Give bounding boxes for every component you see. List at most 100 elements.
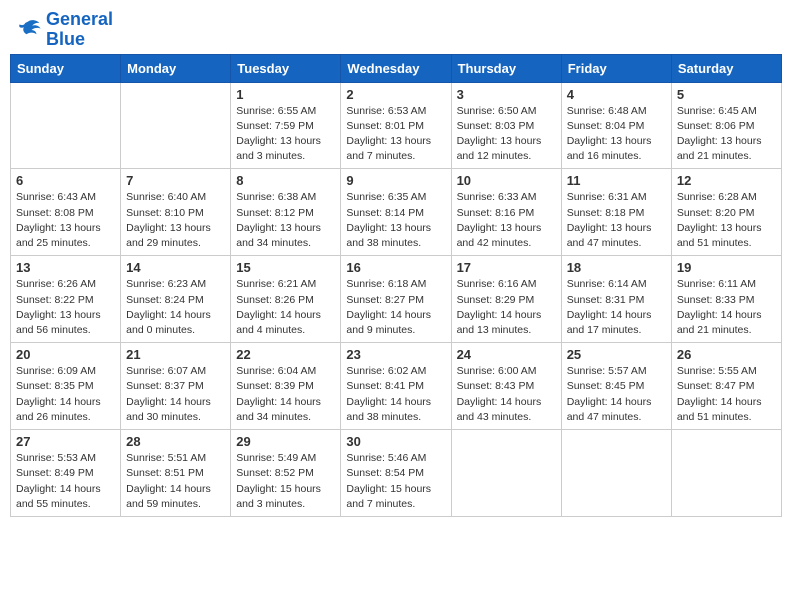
day-cell: 5 Sunrise: 6:45 AM Sunset: 8:06 PM Daylig…: [671, 82, 781, 169]
week-row-2: 6 Sunrise: 6:43 AM Sunset: 8:08 PM Daylig…: [11, 169, 782, 256]
day-cell: 23 Sunrise: 6:02 AM Sunset: 8:41 PM Dayli…: [341, 343, 451, 430]
weekday-header-wednesday: Wednesday: [341, 54, 451, 82]
day-number: 1: [236, 87, 335, 102]
logo-icon: [14, 16, 42, 44]
day-info: Sunrise: 5:51 AM Sunset: 8:51 PM Dayligh…: [126, 451, 225, 512]
day-cell: 16 Sunrise: 6:18 AM Sunset: 8:27 PM Dayli…: [341, 256, 451, 343]
day-cell: 21Sunrise: 6:07 AM Sunset: 8:37 PM Dayli…: [121, 343, 231, 430]
day-number: 29: [236, 434, 335, 449]
day-number: 26: [677, 347, 776, 362]
weekday-header-monday: Monday: [121, 54, 231, 82]
weekday-header-thursday: Thursday: [451, 54, 561, 82]
day-cell: 1 Sunrise: 6:55 AM Sunset: 7:59 PM Daylig…: [231, 82, 341, 169]
day-number: 5: [677, 87, 776, 102]
day-number: 10: [457, 173, 556, 188]
day-cell: 19Sunrise: 6:11 AM Sunset: 8:33 PM Dayli…: [671, 256, 781, 343]
day-info: Sunrise: 6:35 AM Sunset: 8:14 PM Dayligh…: [346, 190, 445, 251]
day-cell: [671, 430, 781, 517]
day-cell: 27 Sunrise: 5:53 AM Sunset: 8:49 PM Dayli…: [11, 430, 121, 517]
day-info: Sunrise: 6:16 AM Sunset: 8:29 PM Dayligh…: [457, 277, 556, 338]
day-number: 11: [567, 173, 666, 188]
week-row-3: 13 Sunrise: 6:26 AM Sunset: 8:22 PM Dayli…: [11, 256, 782, 343]
day-info: Sunrise: 6:43 AM Sunset: 8:08 PM Dayligh…: [16, 190, 115, 251]
weekday-header-sunday: Sunday: [11, 54, 121, 82]
day-number: 28: [126, 434, 225, 449]
day-cell: 20Sunrise: 6:09 AM Sunset: 8:35 PM Dayli…: [11, 343, 121, 430]
day-info: Sunrise: 6:02 AM Sunset: 8:41 PM Dayligh…: [346, 364, 445, 425]
day-info: Sunrise: 5:55 AM Sunset: 8:47 PM Dayligh…: [677, 364, 776, 425]
day-info: Sunrise: 6:21 AM Sunset: 8:26 PM Dayligh…: [236, 277, 335, 338]
day-cell: [561, 430, 671, 517]
day-number: 24: [457, 347, 556, 362]
day-cell: 15 Sunrise: 6:21 AM Sunset: 8:26 PM Dayli…: [231, 256, 341, 343]
day-number: 15: [236, 260, 335, 275]
day-cell: 11 Sunrise: 6:31 AM Sunset: 8:18 PM Dayli…: [561, 169, 671, 256]
week-row-1: 1 Sunrise: 6:55 AM Sunset: 7:59 PM Daylig…: [11, 82, 782, 169]
day-cell: 13 Sunrise: 6:26 AM Sunset: 8:22 PM Dayli…: [11, 256, 121, 343]
day-number: 12: [677, 173, 776, 188]
day-cell: [451, 430, 561, 517]
day-number: 19: [677, 260, 776, 275]
day-info: Sunrise: 5:53 AM Sunset: 8:49 PM Dayligh…: [16, 451, 115, 512]
day-number: 21: [126, 347, 225, 362]
day-number: 8: [236, 173, 335, 188]
day-info: Sunrise: 5:49 AM Sunset: 8:52 PM Dayligh…: [236, 451, 335, 512]
day-info: Sunrise: 6:04 AM Sunset: 8:39 PM Dayligh…: [236, 364, 335, 425]
day-info: Sunrise: 5:57 AM Sunset: 8:45 PM Dayligh…: [567, 364, 666, 425]
day-info: Sunrise: 6:00 AM Sunset: 8:43 PM Dayligh…: [457, 364, 556, 425]
day-cell: [11, 82, 121, 169]
day-cell: 4Sunrise: 6:48 AM Sunset: 8:04 PM Daylig…: [561, 82, 671, 169]
logo-text: General Blue: [46, 10, 113, 50]
day-info: Sunrise: 6:14 AM Sunset: 8:31 PM Dayligh…: [567, 277, 666, 338]
day-number: 13: [16, 260, 115, 275]
day-cell: 29 Sunrise: 5:49 AM Sunset: 8:52 PM Dayli…: [231, 430, 341, 517]
day-cell: 2 Sunrise: 6:53 AM Sunset: 8:01 PM Daylig…: [341, 82, 451, 169]
day-info: Sunrise: 6:38 AM Sunset: 8:12 PM Dayligh…: [236, 190, 335, 251]
day-cell: 30 Sunrise: 5:46 AM Sunset: 8:54 PM Dayli…: [341, 430, 451, 517]
day-cell: 17 Sunrise: 6:16 AM Sunset: 8:29 PM Dayli…: [451, 256, 561, 343]
day-number: 30: [346, 434, 445, 449]
day-cell: 10Sunrise: 6:33 AM Sunset: 8:16 PM Dayli…: [451, 169, 561, 256]
day-info: Sunrise: 6:53 AM Sunset: 8:01 PM Dayligh…: [346, 104, 445, 165]
day-info: Sunrise: 6:50 AM Sunset: 8:03 PM Dayligh…: [457, 104, 556, 165]
day-info: Sunrise: 6:28 AM Sunset: 8:20 PM Dayligh…: [677, 190, 776, 251]
day-number: 16: [346, 260, 445, 275]
day-number: 25: [567, 347, 666, 362]
day-number: 6: [16, 173, 115, 188]
day-number: 2: [346, 87, 445, 102]
day-cell: 3Sunrise: 6:50 AM Sunset: 8:03 PM Daylig…: [451, 82, 561, 169]
weekday-header-tuesday: Tuesday: [231, 54, 341, 82]
day-cell: 25 Sunrise: 5:57 AM Sunset: 8:45 PM Dayli…: [561, 343, 671, 430]
day-info: Sunrise: 6:18 AM Sunset: 8:27 PM Dayligh…: [346, 277, 445, 338]
day-info: Sunrise: 6:55 AM Sunset: 7:59 PM Dayligh…: [236, 104, 335, 165]
day-number: 7: [126, 173, 225, 188]
day-number: 9: [346, 173, 445, 188]
day-info: Sunrise: 6:31 AM Sunset: 8:18 PM Dayligh…: [567, 190, 666, 251]
day-info: Sunrise: 5:46 AM Sunset: 8:54 PM Dayligh…: [346, 451, 445, 512]
day-cell: 24 Sunrise: 6:00 AM Sunset: 8:43 PM Dayli…: [451, 343, 561, 430]
day-info: Sunrise: 6:45 AM Sunset: 8:06 PM Dayligh…: [677, 104, 776, 165]
day-number: 17: [457, 260, 556, 275]
day-info: Sunrise: 6:09 AM Sunset: 8:35 PM Dayligh…: [16, 364, 115, 425]
day-cell: 22 Sunrise: 6:04 AM Sunset: 8:39 PM Dayli…: [231, 343, 341, 430]
weekday-header-saturday: Saturday: [671, 54, 781, 82]
day-number: 22: [236, 347, 335, 362]
page-header: General Blue: [10, 10, 782, 50]
weekday-header-friday: Friday: [561, 54, 671, 82]
week-row-5: 27 Sunrise: 5:53 AM Sunset: 8:49 PM Dayli…: [11, 430, 782, 517]
day-cell: 6 Sunrise: 6:43 AM Sunset: 8:08 PM Daylig…: [11, 169, 121, 256]
day-cell: 9 Sunrise: 6:35 AM Sunset: 8:14 PM Daylig…: [341, 169, 451, 256]
day-cell: 18 Sunrise: 6:14 AM Sunset: 8:31 PM Dayli…: [561, 256, 671, 343]
calendar-table: SundayMondayTuesdayWednesdayThursdayFrid…: [10, 54, 782, 517]
day-info: Sunrise: 6:26 AM Sunset: 8:22 PM Dayligh…: [16, 277, 115, 338]
day-cell: 12 Sunrise: 6:28 AM Sunset: 8:20 PM Dayli…: [671, 169, 781, 256]
day-cell: [121, 82, 231, 169]
week-row-4: 20Sunrise: 6:09 AM Sunset: 8:35 PM Dayli…: [11, 343, 782, 430]
day-number: 23: [346, 347, 445, 362]
day-number: 27: [16, 434, 115, 449]
weekday-header-row: SundayMondayTuesdayWednesdayThursdayFrid…: [11, 54, 782, 82]
day-info: Sunrise: 6:23 AM Sunset: 8:24 PM Dayligh…: [126, 277, 225, 338]
day-number: 18: [567, 260, 666, 275]
day-info: Sunrise: 6:48 AM Sunset: 8:04 PM Dayligh…: [567, 104, 666, 165]
day-info: Sunrise: 6:40 AM Sunset: 8:10 PM Dayligh…: [126, 190, 225, 251]
